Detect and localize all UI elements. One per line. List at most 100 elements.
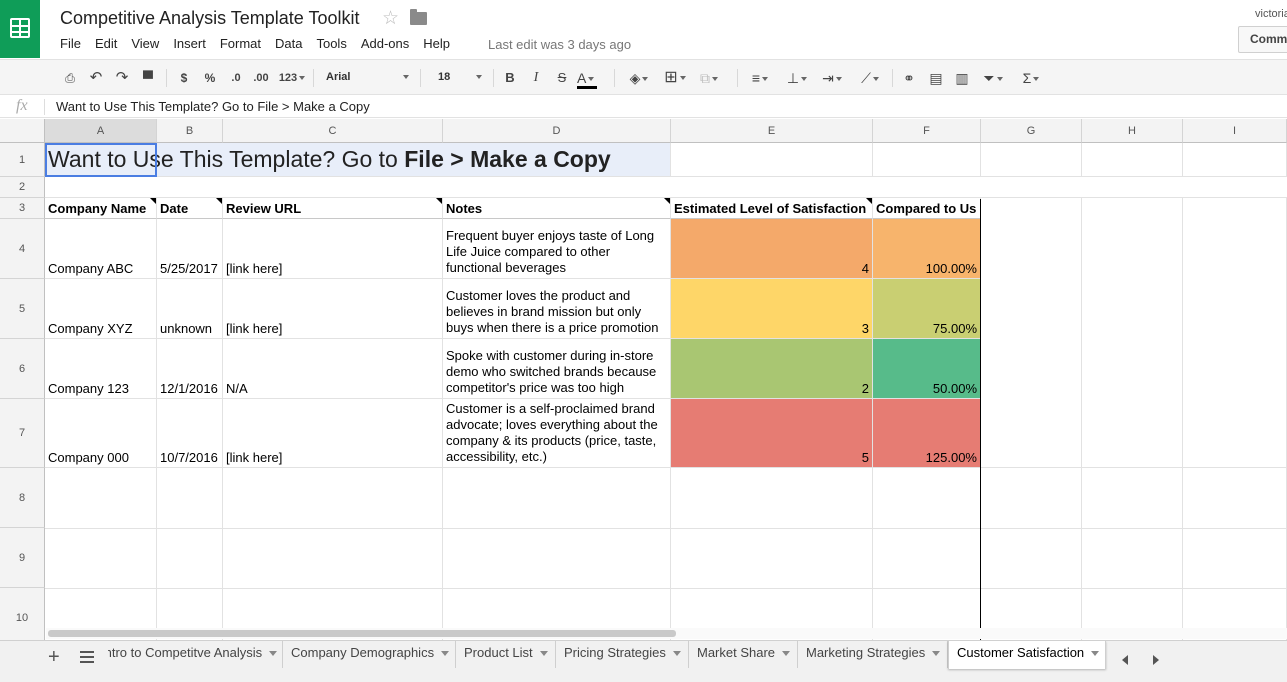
menu-insert[interactable]: Insert	[173, 36, 206, 51]
empty-cells-g[interactable]	[981, 198, 1082, 468]
column-header-b[interactable]: B	[157, 119, 223, 143]
compared-cell[interactable]: 50.00%	[873, 339, 981, 399]
scrollbar-thumb[interactable]	[48, 630, 676, 637]
folder-icon[interactable]	[410, 9, 427, 25]
horizontal-scrollbar[interactable]	[46, 628, 1287, 639]
menu-data[interactable]: Data	[275, 36, 302, 51]
table-cell[interactable]: unknown	[157, 279, 223, 339]
header-cell[interactable]: Notes	[443, 198, 671, 219]
menu-view[interactable]: View	[131, 36, 159, 51]
column-header-g[interactable]: G	[981, 119, 1082, 143]
star-icon[interactable]: ☆	[382, 7, 399, 30]
empty-cells[interactable]	[981, 468, 1082, 640]
empty-cells[interactable]	[223, 468, 443, 640]
fill-color-icon[interactable]: ◈	[624, 68, 654, 88]
column-header-i[interactable]: I	[1183, 119, 1287, 143]
table-cell[interactable]: Company 000	[45, 399, 157, 468]
decrease-decimal-button[interactable]: .0	[226, 68, 246, 88]
tab-customer-satisfaction[interactable]: Customer Satisfaction	[948, 641, 1106, 669]
paint-format-icon[interactable]: ▀	[138, 68, 158, 88]
header-cell[interactable]: Compared to Us	[873, 198, 981, 219]
table-cell[interactable]: 5/25/2017	[157, 219, 223, 279]
row-header-7[interactable]: 7	[0, 399, 45, 468]
header-cell[interactable]: Review URL	[223, 198, 443, 219]
spreadsheet-grid[interactable]: A B C D E F G H I 1 2 3 4 5 6 7 8 9 10 W…	[0, 119, 1287, 640]
vertical-align-icon[interactable]: ⊥	[782, 68, 812, 88]
tab-marketing-strategies[interactable]: Marketing Strategies	[798, 641, 948, 668]
borders-icon[interactable]: ⊞	[660, 68, 690, 88]
row-header-5[interactable]: 5	[0, 279, 45, 339]
user-name[interactable]: victoria	[1255, 8, 1287, 20]
scroll-tabs-left-icon[interactable]	[1122, 655, 1128, 665]
row-header-3[interactable]: 3	[0, 198, 45, 219]
row-header-2[interactable]: 2	[0, 177, 45, 198]
font-family-select[interactable]: Arial	[318, 67, 413, 89]
table-cell[interactable]: [link here]	[223, 219, 443, 279]
column-header-a[interactable]: A	[45, 119, 157, 143]
menu-help[interactable]: Help	[423, 36, 450, 51]
compared-cell[interactable]: 100.00%	[873, 219, 981, 279]
currency-button[interactable]: $	[176, 68, 192, 88]
functions-button[interactable]: Σ	[1016, 68, 1046, 88]
comments-button[interactable]: Comments	[1238, 26, 1287, 53]
table-cell[interactable]: Frequent buyer enjoys taste of Long Life…	[443, 219, 671, 279]
table-cell[interactable]: Customer is a self-proclaimed brand advo…	[443, 399, 671, 468]
scroll-tabs-right-icon[interactable]	[1153, 655, 1159, 665]
menu-file[interactable]: File	[60, 36, 81, 51]
text-wrapping-icon[interactable]: ⇥	[816, 68, 848, 88]
empty-cells[interactable]	[1183, 468, 1287, 640]
filter-icon[interactable]: ⏷	[978, 68, 1008, 88]
menu-addons[interactable]: Add-ons	[361, 36, 409, 51]
row-header-6[interactable]: 6	[0, 339, 45, 399]
row-header-8[interactable]: 8	[0, 468, 45, 528]
more-formats-button[interactable]: 123	[276, 68, 308, 88]
title-cell[interactable]: Want to Use This Template? Go to File > …	[45, 143, 671, 177]
bold-button[interactable]: B	[501, 68, 519, 88]
cell-e1[interactable]	[671, 143, 873, 177]
insert-link-icon[interactable]: ⚭	[898, 68, 920, 88]
cell-f1[interactable]	[873, 143, 981, 177]
compared-cell[interactable]: 125.00%	[873, 399, 981, 468]
row-header-10[interactable]: 10	[0, 588, 45, 640]
empty-cells[interactable]	[443, 468, 671, 640]
formula-input[interactable]: Want to Use This Template? Go to File > …	[56, 99, 370, 114]
satisfaction-cell[interactable]: 5	[671, 399, 873, 468]
sheets-logo[interactable]	[0, 0, 40, 58]
header-cell[interactable]: Date	[157, 198, 223, 219]
empty-cells[interactable]	[671, 468, 873, 640]
tab-market-share[interactable]: Market Share	[689, 641, 798, 668]
table-cell[interactable]: Company 123	[45, 339, 157, 399]
column-header-c[interactable]: C	[223, 119, 443, 143]
table-cell[interactable]: [link here]	[223, 399, 443, 468]
row-header-9[interactable]: 9	[0, 528, 45, 588]
add-sheet-button[interactable]: +	[48, 646, 60, 669]
increase-decimal-button[interactable]: .00	[250, 68, 272, 88]
table-cell[interactable]: Company XYZ	[45, 279, 157, 339]
table-cell[interactable]: Company ABC	[45, 219, 157, 279]
tab-product-list[interactable]: Product List	[456, 641, 556, 668]
merge-cells-icon[interactable]: ⧉	[694, 68, 724, 88]
header-cell[interactable]: Estimated Level of Satisfaction	[671, 198, 873, 219]
italic-button[interactable]: I	[527, 68, 545, 88]
insert-comment-icon[interactable]: ▤	[926, 68, 946, 88]
tab-intro[interactable]: Intro to Competitve Analysis	[108, 641, 283, 668]
document-title[interactable]: Competitive Analysis Template Toolkit	[60, 8, 359, 29]
last-edit-link[interactable]: Last edit was 3 days ago	[488, 37, 631, 52]
column-header-h[interactable]: H	[1082, 119, 1183, 143]
tab-pricing-strategies[interactable]: Pricing Strategies	[556, 641, 689, 668]
print-icon[interactable]: ⎙	[60, 68, 80, 88]
strikethrough-button[interactable]: S	[553, 68, 571, 88]
menu-tools[interactable]: Tools	[316, 36, 346, 51]
cell-h1[interactable]	[1082, 143, 1183, 177]
table-cell[interactable]: 12/1/2016	[157, 339, 223, 399]
cell-g1[interactable]	[981, 143, 1082, 177]
horizontal-align-icon[interactable]: ≡	[745, 68, 775, 88]
select-all-corner[interactable]	[0, 119, 45, 143]
empty-cells-h[interactable]	[1082, 198, 1183, 468]
empty-cells[interactable]	[45, 468, 157, 640]
table-cell[interactable]: 10/7/2016	[157, 399, 223, 468]
column-header-f[interactable]: F	[873, 119, 981, 143]
header-cell[interactable]: Company Name	[45, 198, 157, 219]
undo-icon[interactable]: ↶	[86, 68, 106, 88]
text-color-button[interactable]: A	[577, 68, 607, 88]
